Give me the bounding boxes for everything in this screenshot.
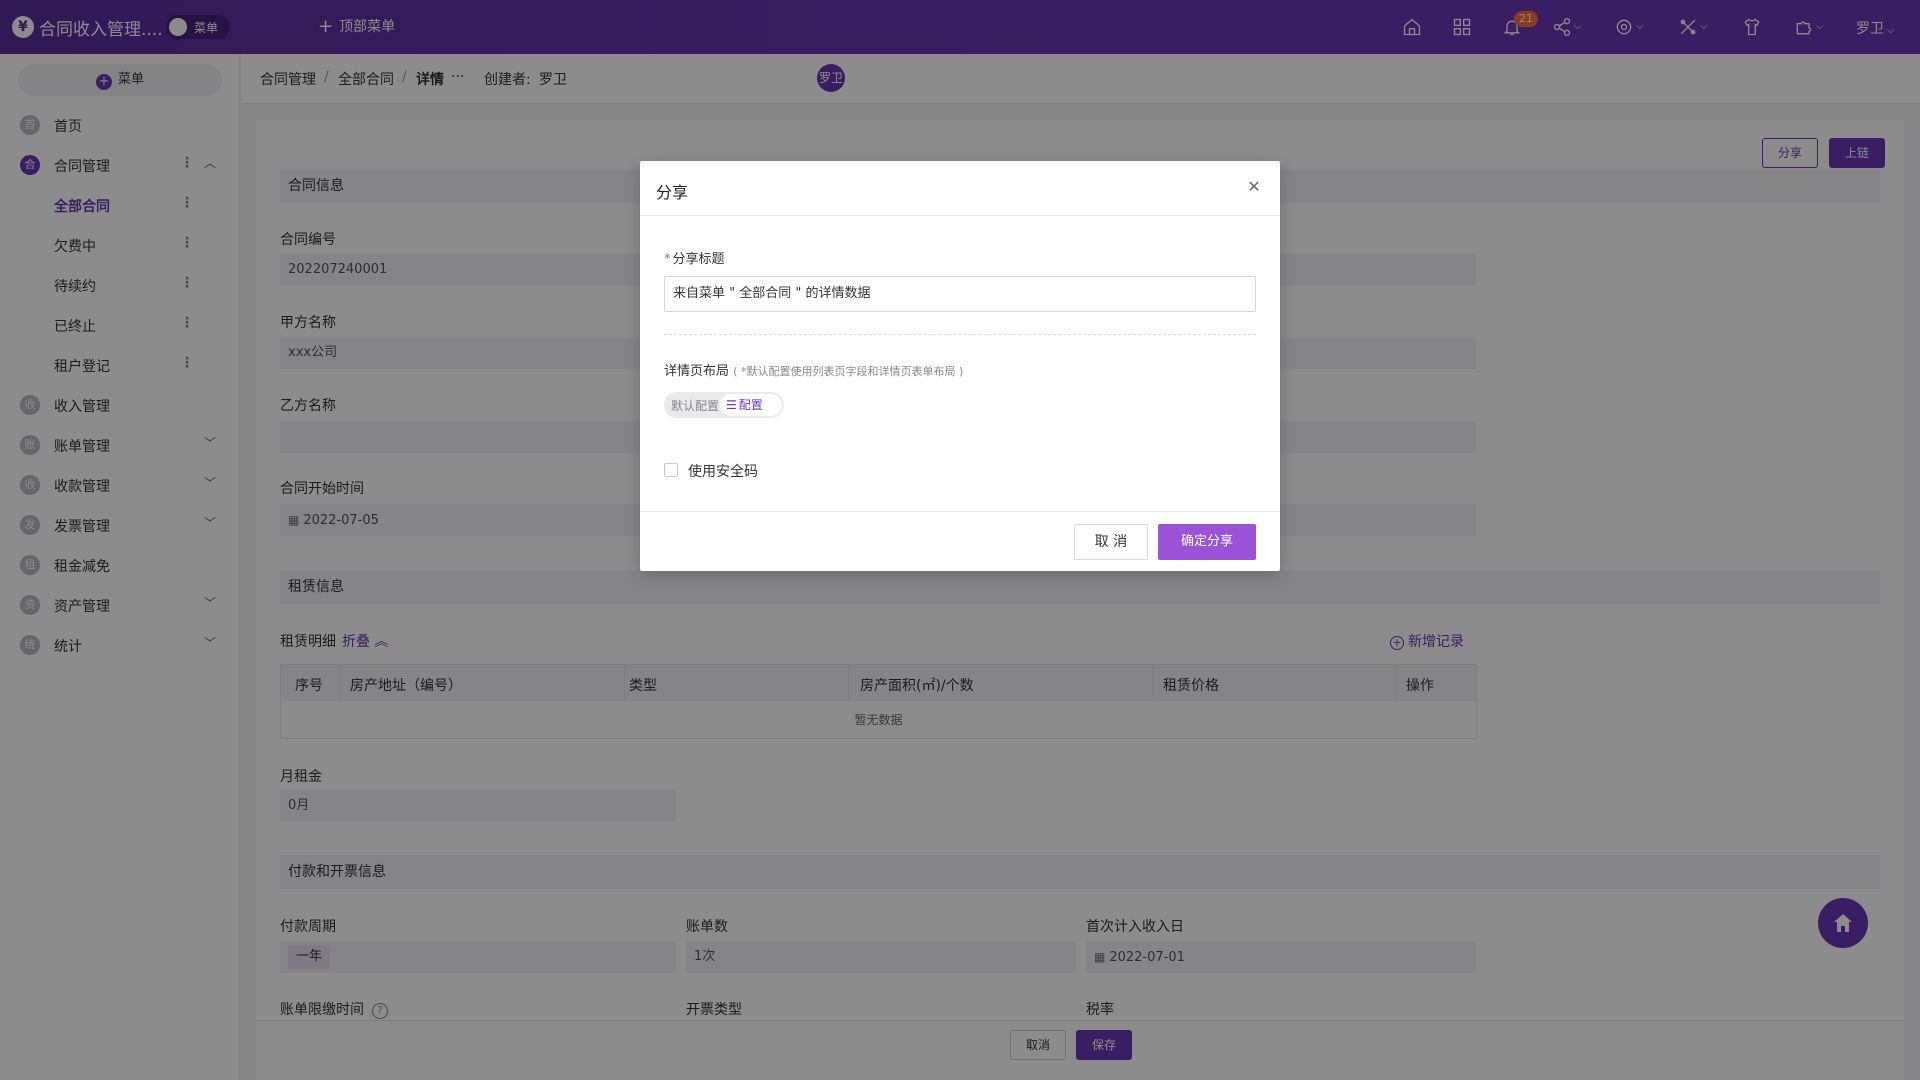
dialog-title: 分享 xyxy=(656,183,689,202)
share-title-label: * 分享标题 xyxy=(664,248,725,267)
layout-label-text: 详情页布局 xyxy=(664,364,730,379)
share-title-text: 分享标题 xyxy=(672,252,725,267)
divider xyxy=(664,334,1256,335)
layout-label: 详情页布局 ( *默认配置使用列表页字段和详情页表单布局 ) xyxy=(664,360,963,379)
layout-config-option[interactable]: ☰ 配置 xyxy=(720,394,782,416)
layout-hint: ( *默认配置使用列表页字段和详情页表单布局 ) xyxy=(733,365,964,378)
security-code-checkbox[interactable] xyxy=(664,463,678,477)
dialog-cancel-button[interactable]: 取 消 xyxy=(1074,524,1148,560)
layout-toggle[interactable]: 默认配置 ☰ 配置 xyxy=(664,392,784,418)
confirm-share-button[interactable]: 确定分享 xyxy=(1158,524,1256,560)
share-dialog: 分享 ✕ * 分享标题 来自菜单 " 全部合同 " 的详情数据 详情页布局 ( *… xyxy=(640,161,1280,571)
config-icon: ☰ xyxy=(726,398,737,412)
security-code-label[interactable]: 使用安全码 xyxy=(688,461,758,481)
divider xyxy=(640,511,1280,512)
required-mark: * xyxy=(664,252,671,267)
divider xyxy=(640,215,1280,216)
layout-default-option[interactable]: 默认配置 xyxy=(671,397,719,414)
share-title-input[interactable]: 来自菜单 " 全部合同 " 的详情数据 xyxy=(664,276,1256,312)
close-icon[interactable]: ✕ xyxy=(1244,177,1264,197)
layout-config-text: 配置 xyxy=(738,398,763,412)
